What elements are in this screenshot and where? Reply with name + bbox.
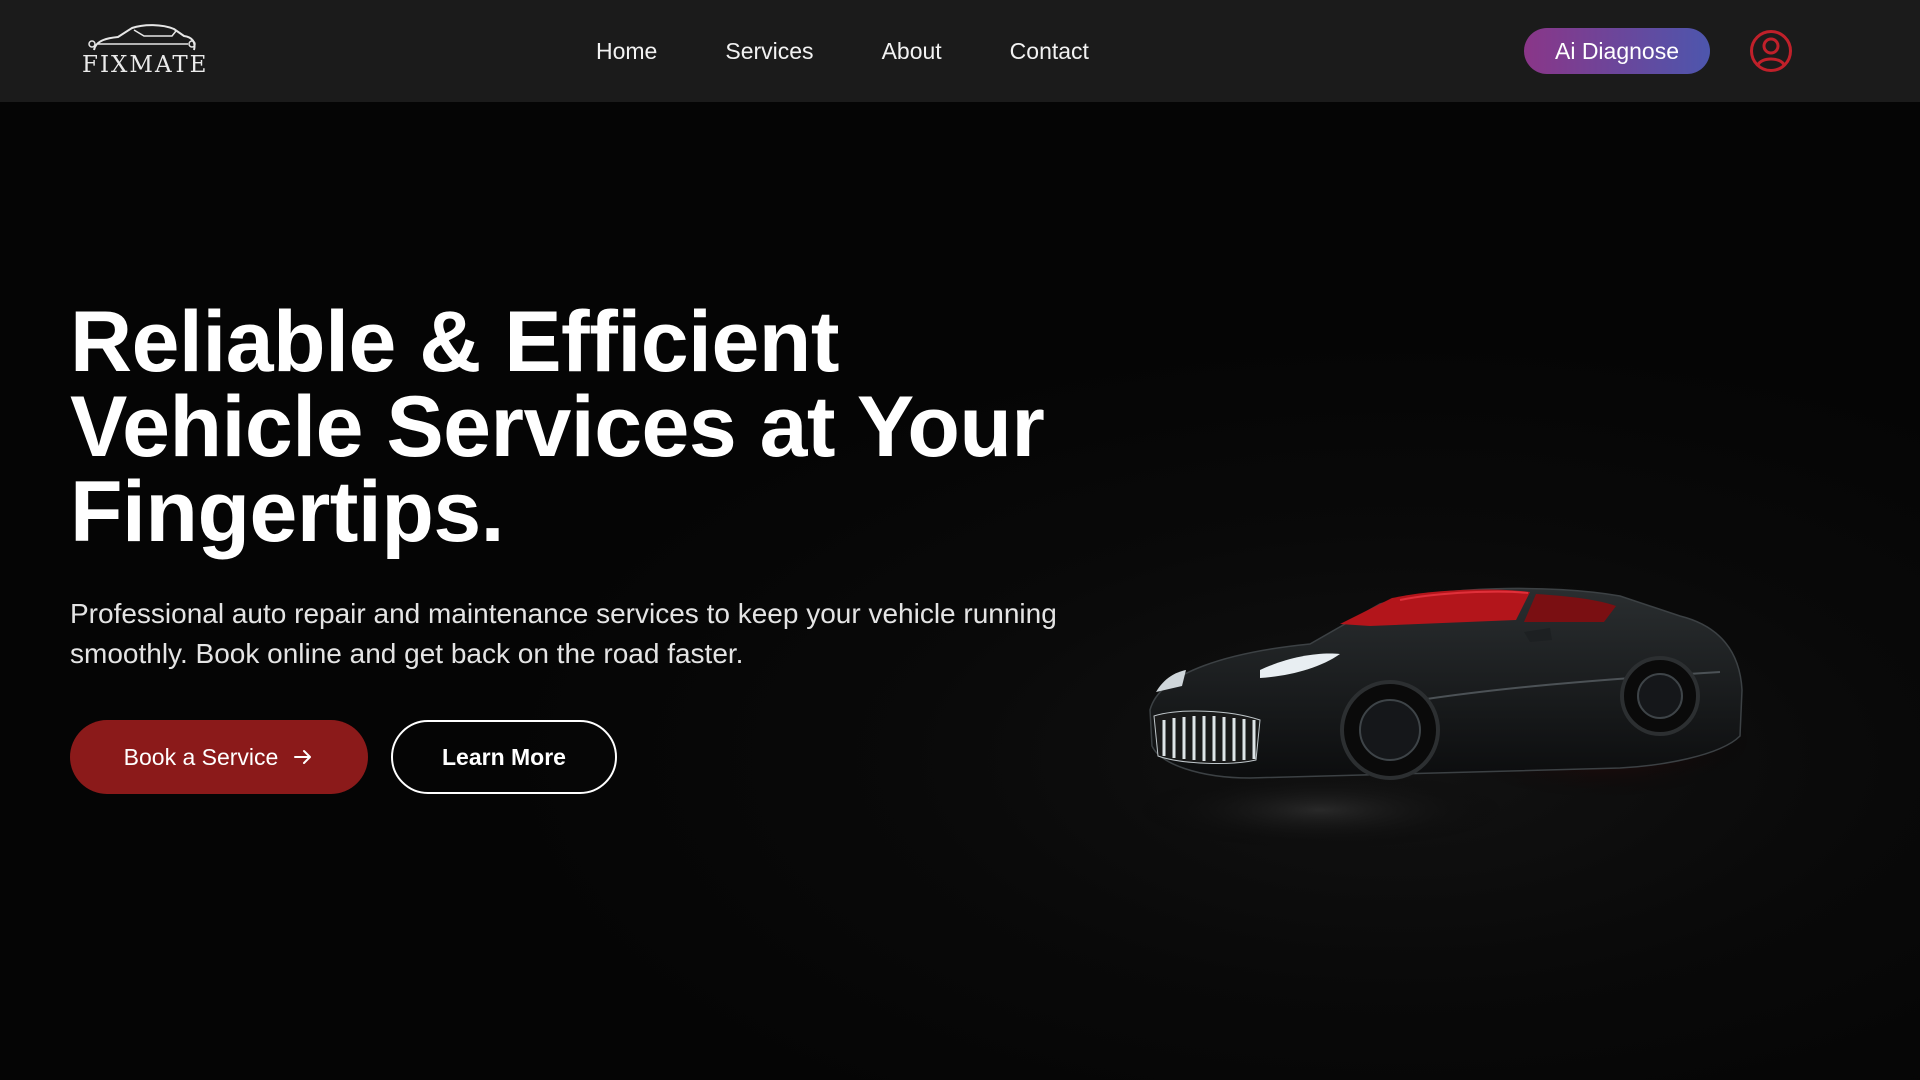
hero-title-line: Reliable & Efficient [70, 294, 839, 390]
nav-links: Home Services About Contact [596, 0, 1089, 102]
sports-car-image [1130, 587, 1760, 850]
nav-link-services[interactable]: Services [725, 38, 813, 65]
hero-title-line: Vehicle Services at Your [70, 379, 1045, 475]
book-service-label: Book a Service [123, 743, 279, 770]
hero-title: Reliable & Efficient Vehicle Services at… [70, 294, 1170, 560]
navbar: FIXMATE Home Services About Contact Ai D… [0, 0, 1920, 102]
nav-link-about[interactable]: About [882, 38, 942, 65]
car-outline-icon [88, 24, 196, 51]
book-service-button[interactable]: Book a Service [70, 720, 368, 794]
logo-text: FIXMATE [82, 52, 209, 78]
arrow-right-icon [294, 750, 312, 764]
page: FIXMATE Home Services About Contact Ai D… [0, 0, 1920, 1080]
nav-link-contact[interactable]: Contact [1010, 38, 1089, 65]
user-circle-icon[interactable] [1749, 29, 1793, 73]
ai-diagnose-button[interactable]: Ai Diagnose [1524, 28, 1710, 74]
nav-link-home[interactable]: Home [596, 38, 657, 65]
hero-description: Professional auto repair and maintenance… [70, 598, 1057, 669]
learn-more-button[interactable]: Learn More [391, 720, 617, 794]
hero-title-line: Fingertips. [70, 464, 505, 560]
logo[interactable]: FIXMATE [82, 22, 209, 82]
